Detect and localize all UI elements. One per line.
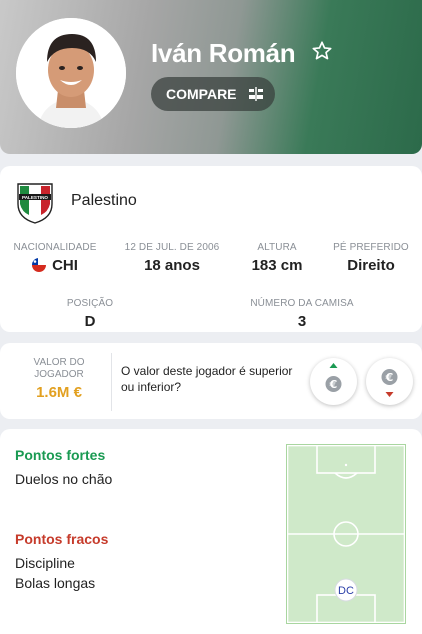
nationality-text: CHI <box>52 257 78 274</box>
nationality-value: CHI <box>8 257 102 274</box>
compare-button[interactable]: COMPARE <box>151 77 275 111</box>
age-value: 18 anos <box>144 257 200 274</box>
value-higher-button[interactable]: € <box>310 358 357 405</box>
svg-text:€: € <box>385 371 394 384</box>
player-header: Iván Román COMPARE <box>0 0 422 154</box>
market-value-amount: 1.6M € <box>36 384 82 401</box>
preferred-foot-value: Direito <box>347 257 395 274</box>
svg-text:€: € <box>329 378 338 391</box>
market-value-question: O valor deste jogador é superior ou infe… <box>121 364 293 394</box>
euro-up-icon: € <box>325 363 342 392</box>
svg-text:PALESTINO: PALESTINO <box>22 195 48 200</box>
club-crest-icon[interactable]: PALESTINO <box>16 182 54 224</box>
value-lower-button[interactable]: € <box>366 358 413 405</box>
shirt-number-value: 3 <box>297 313 307 330</box>
height-label: ALTURA <box>257 242 297 253</box>
club-name[interactable]: Palestino <box>71 192 137 210</box>
favorite-star-icon[interactable] <box>311 40 333 62</box>
compare-label: COMPARE <box>166 86 237 102</box>
weakness-item: Bolas longas <box>15 575 96 591</box>
weakness-item: Discipline <box>15 555 75 571</box>
player-avatar <box>16 18 126 128</box>
player-photo <box>16 18 126 128</box>
strength-item: Duelos no chão <box>15 471 113 487</box>
strengths-title: Pontos fortes <box>15 447 106 463</box>
position-pitch: DC <box>286 444 406 624</box>
chile-flag-icon <box>32 258 47 272</box>
compare-icon <box>248 87 263 101</box>
market-value-label: VALOR DO JOGADOR <box>33 357 85 380</box>
birthdate-label: 12 DE JUL. DE 2006 <box>124 242 220 253</box>
player-name: Iván Román <box>151 38 296 68</box>
pitch-diagram: DC <box>286 444 406 624</box>
market-value-divider <box>111 353 112 411</box>
weaknesses-title: Pontos fracos <box>15 531 109 547</box>
euro-down-icon: € <box>381 369 398 397</box>
position-badge: DC <box>338 585 354 597</box>
shirt-number-label: NÚMERO DA CAMISA <box>250 298 354 309</box>
position-label: POSIÇÃO <box>66 298 114 309</box>
position-value: D <box>84 313 96 330</box>
height-value: 183 cm <box>251 257 303 274</box>
nationality-label: NACIONALIDADE <box>13 242 97 253</box>
preferred-foot-label: PÉ PREFERIDO <box>333 242 409 253</box>
